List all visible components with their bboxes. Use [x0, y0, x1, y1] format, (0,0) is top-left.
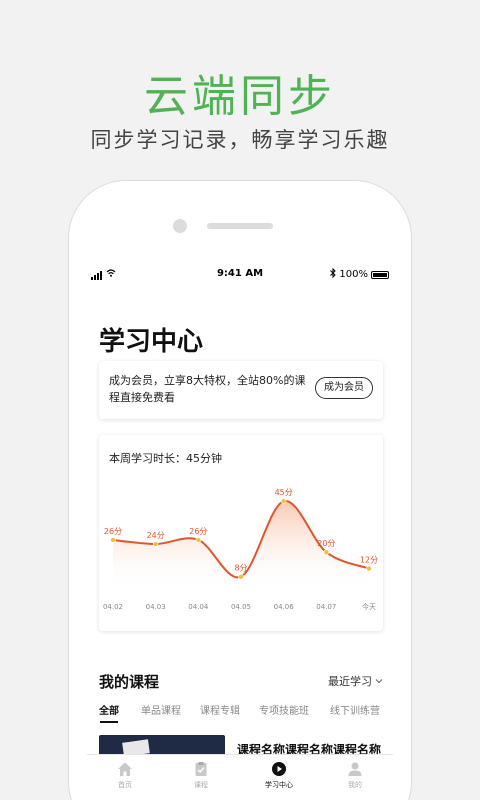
tabbar-label: 课程: [194, 781, 208, 789]
chart-x-tick: 04.07: [316, 603, 336, 611]
user-icon: [348, 762, 362, 776]
tabbar-item-mine[interactable]: 我的: [325, 761, 385, 790]
play-icon: [272, 762, 286, 776]
become-member-button[interactable]: 成为会员: [315, 377, 373, 399]
study-time-chart: 26分 04.02 24分 04.03 26分 04.04 8分 04.05 45分 04.06 2…: [103, 488, 378, 611]
tabbar-label: 学习中心: [265, 781, 293, 789]
promo-title: 云端同步: [144, 71, 336, 122]
active-tab-indicator: [100, 721, 118, 723]
chart-data-label: 20分: [317, 539, 335, 548]
page-title: 学习中心: [99, 327, 204, 357]
sort-dropdown[interactable]: 最近学习: [328, 673, 383, 689]
bluetooth-icon: [330, 267, 337, 281]
tab-course-album[interactable]: 课程专辑: [200, 702, 240, 717]
my-courses-title: 我的课程: [99, 673, 160, 691]
battery-icon: [371, 270, 389, 279]
chart-x-tick: 04.04: [188, 603, 209, 611]
tab-single-course[interactable]: 单品课程: [141, 702, 181, 717]
tabbar-item-home[interactable]: 首页: [95, 761, 155, 790]
tabbar-item-study-center[interactable]: 学习中心: [249, 761, 309, 790]
chart-point: [280, 498, 287, 505]
chart-data-label: 26分: [189, 527, 207, 536]
tab-offline-camp[interactable]: 线下训练营: [330, 702, 380, 717]
sort-label: 最近学习: [328, 675, 372, 688]
chart-data-label: 12分: [360, 556, 378, 565]
bottom-tab-bar: 首页 课程 学习中心 我的: [87, 754, 393, 800]
tab-skill-class[interactable]: 专项技能班: [259, 702, 309, 717]
chart-x-tick: 04.06: [274, 603, 295, 611]
chart-data-label: 24分: [147, 531, 165, 540]
chart-x-tick: 04.02: [103, 603, 123, 611]
chart-point: [238, 573, 244, 580]
speaker-icon: [207, 223, 273, 229]
app-screen: 9:41 AM 100% 学习中心 成为会员，立享8大特权，全站80%的课程直接…: [87, 265, 393, 800]
tab-all[interactable]: 全部: [99, 702, 119, 717]
chart-point: [152, 541, 159, 547]
membership-card[interactable]: 成为会员，立享8大特权，全站80%的课程直接免费看 成为会员: [99, 361, 383, 419]
chart-data-label: 45分: [275, 488, 293, 497]
tabbar-label: 我的: [348, 781, 362, 789]
clipboard-icon: [195, 762, 207, 776]
chart-point: [366, 565, 372, 572]
home-icon: [118, 762, 132, 776]
chevron-down-icon: [375, 679, 383, 684]
chart-x-tick: 04.05: [231, 603, 251, 611]
chart-title: 本周学习时长：45分钟: [109, 452, 222, 465]
chart-x-tick: 04.03: [146, 603, 166, 611]
chart-point: [195, 537, 202, 543]
promo-subtitle: 同步学习记录，畅享学习乐趣: [90, 128, 390, 152]
tabbar-item-courses[interactable]: 课程: [171, 761, 231, 790]
chart-data-label: 8分: [234, 564, 247, 573]
camera-icon: [173, 219, 187, 233]
status-bar: 9:41 AM 100%: [87, 265, 393, 283]
chart-point: [323, 549, 330, 555]
chart-point: [110, 537, 116, 543]
chart-data-label: 26分: [104, 527, 122, 536]
weekly-chart-card: 本周学习时长：45分钟 26分 04.02 24分 04.03 26分 04.04 8分 04…: [99, 435, 383, 631]
chart-x-tick: 今天: [362, 602, 376, 611]
course-tabs: 全部 单品课程 课程专辑 专项技能班 线下训练营: [99, 702, 393, 726]
membership-text: 成为会员，立享8大特权，全站80%的课程直接免费看: [109, 374, 306, 404]
tabbar-label: 首页: [118, 781, 132, 789]
battery-percent: 100%: [339, 269, 368, 280]
